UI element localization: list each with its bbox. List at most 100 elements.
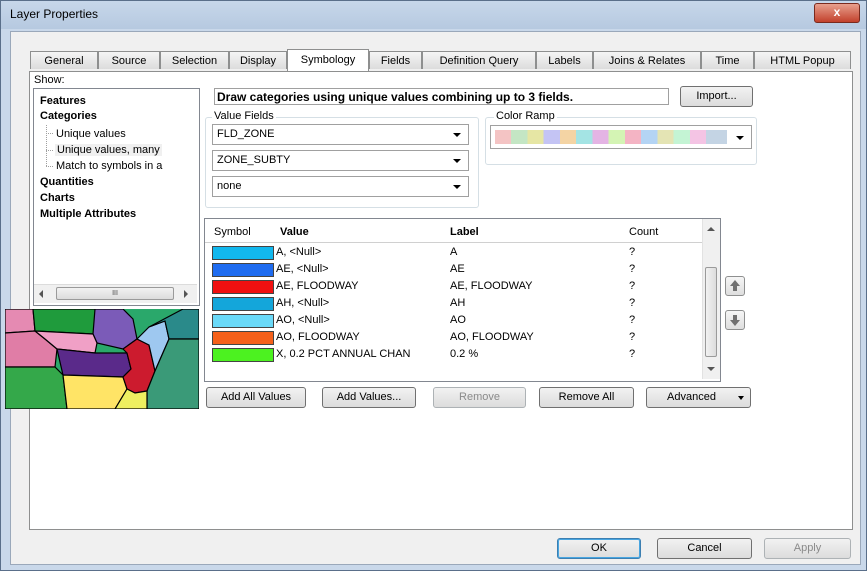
symbol-swatch[interactable] [212, 314, 274, 328]
show-item-charts[interactable]: Charts [40, 192, 75, 204]
color-ramp-select[interactable] [490, 125, 752, 149]
count-cell: ? [629, 263, 636, 275]
close-button[interactable]: x [814, 3, 860, 23]
show-tree[interactable]: Features Categories Unique values Unique… [33, 88, 200, 306]
count-cell: ? [629, 280, 636, 292]
ok-button[interactable]: OK [557, 538, 641, 559]
value-cell: AH, <Null> [276, 297, 330, 309]
tab-time[interactable]: Time [701, 51, 754, 69]
show-item-multiple-attributes[interactable]: Multiple Attributes [40, 208, 136, 220]
scroll-thumb[interactable] [705, 267, 717, 357]
add-values-button[interactable]: Add Values... [322, 387, 416, 408]
chevron-down-icon [453, 185, 461, 189]
table-row[interactable]: AE, FLOODWAY AE, FLOODWAY? [205, 279, 690, 295]
count-cell: ? [629, 314, 636, 326]
label-cell[interactable]: AO, FLOODWAY [450, 331, 620, 343]
scroll-up-icon[interactable] [707, 227, 715, 231]
title-bar[interactable]: Layer Properties x [1, 1, 866, 29]
table-row[interactable]: AO, FLOODWAY AO, FLOODWAY? [205, 330, 690, 346]
tab-joins-relates[interactable]: Joins & Relates [593, 51, 701, 69]
label-cell[interactable]: AE, FLOODWAY [450, 280, 620, 292]
label-cell[interactable]: AH [450, 297, 620, 309]
count-cell: ? [629, 297, 636, 309]
value-fields-label: Value Fields [212, 110, 276, 122]
tab-labels[interactable]: Labels [536, 51, 593, 69]
tab-fields[interactable]: Fields [369, 51, 422, 69]
value-field-2-select[interactable]: ZONE_SUBTY [212, 150, 469, 171]
value-cell: X, 0.2 PCT ANNUAL CHAN [276, 348, 411, 360]
table-row[interactable]: X, 0.2 PCT ANNUAL CHAN 0.2 %? [205, 347, 690, 363]
header-label[interactable]: Label [450, 226, 479, 238]
advanced-button[interactable]: Advanced [646, 387, 751, 408]
add-all-values-button[interactable]: Add All Values [206, 387, 306, 408]
color-ramp-preview [495, 130, 727, 144]
value-cell: A, <Null> [276, 246, 322, 258]
grid-vscrollbar[interactable] [702, 219, 720, 379]
tab-display[interactable]: Display [229, 51, 287, 69]
tab-html-popup[interactable]: HTML Popup [754, 51, 851, 69]
value-field-3-select[interactable]: none [212, 176, 469, 197]
table-row[interactable]: AO, <Null> AO? [205, 313, 690, 329]
table-row[interactable]: AE, <Null> AE? [205, 262, 690, 278]
show-label: Show: [34, 74, 65, 86]
header-count[interactable]: Count [629, 226, 658, 238]
show-item-match-to-symbols[interactable]: Match to symbols in a [56, 160, 162, 172]
remove-button[interactable]: Remove [433, 387, 526, 408]
value-cell: AO, FLOODWAY [276, 331, 360, 343]
arrow-down-icon [730, 315, 740, 326]
label-cell[interactable]: AE [450, 263, 620, 275]
chevron-down-icon [738, 396, 744, 400]
label-cell[interactable]: AO [450, 314, 620, 326]
count-cell: ? [629, 246, 636, 258]
preview-map-image [5, 309, 199, 409]
color-ramp-label: Color Ramp [494, 110, 557, 122]
show-item-quantities[interactable]: Quantities [40, 176, 94, 188]
cancel-button[interactable]: Cancel [657, 538, 752, 559]
symbol-swatch[interactable] [212, 297, 274, 311]
scroll-right-icon[interactable] [184, 290, 188, 298]
table-row[interactable]: A, <Null> A? [205, 245, 690, 261]
renderer-description: Draw categories using unique values comb… [214, 88, 669, 105]
symbol-swatch[interactable] [212, 348, 274, 362]
show-item-features[interactable]: Features [40, 95, 86, 107]
symbol-swatch[interactable] [212, 246, 274, 260]
header-value[interactable]: Value [280, 226, 309, 238]
value-cell: AE, <Null> [276, 263, 329, 275]
chevron-down-icon [736, 136, 744, 140]
tab-source[interactable]: Source [98, 51, 160, 69]
show-item-unique-values[interactable]: Unique values [56, 128, 126, 140]
value-cell: AO, <Null> [276, 314, 330, 326]
symbol-swatch[interactable] [212, 331, 274, 345]
show-item-unique-values-many[interactable]: Unique values, many [55, 144, 162, 156]
chevron-down-icon [453, 159, 461, 163]
header-symbol[interactable]: Symbol [214, 226, 251, 238]
symbol-swatch[interactable] [212, 280, 274, 294]
scroll-down-icon[interactable] [707, 367, 715, 371]
unique-values-grid[interactable]: Symbol Value Label Count A, <Null> A? AE, … [204, 218, 721, 382]
window-title: Layer Properties [10, 7, 99, 21]
scroll-left-icon[interactable] [39, 290, 43, 298]
count-cell: ? [629, 331, 636, 343]
tab-general[interactable]: General [30, 51, 98, 69]
move-down-button[interactable] [725, 310, 745, 330]
import-button[interactable]: Import... [680, 86, 753, 107]
label-cell[interactable]: 0.2 % [450, 348, 620, 360]
show-item-categories[interactable]: Categories [40, 110, 97, 122]
tab-symbology[interactable]: Symbology [287, 49, 369, 71]
symbol-swatch[interactable] [212, 263, 274, 277]
close-icon: x [833, 5, 841, 19]
chevron-down-icon [453, 133, 461, 137]
tab-definition-query[interactable]: Definition Query [422, 51, 536, 69]
scroll-thumb[interactable]: III [56, 287, 174, 300]
apply-button[interactable]: Apply [764, 538, 851, 559]
arrow-up-icon [730, 280, 740, 291]
label-cell[interactable]: A [450, 246, 620, 258]
header-divider [205, 242, 702, 243]
table-row[interactable]: AH, <Null> AH? [205, 296, 690, 312]
tab-selection[interactable]: Selection [160, 51, 229, 69]
move-up-button[interactable] [725, 276, 745, 296]
show-tree-hscrollbar[interactable]: III [34, 284, 197, 303]
count-cell: ? [629, 348, 636, 360]
value-field-1-select[interactable]: FLD_ZONE [212, 124, 469, 145]
remove-all-button[interactable]: Remove All [539, 387, 634, 408]
